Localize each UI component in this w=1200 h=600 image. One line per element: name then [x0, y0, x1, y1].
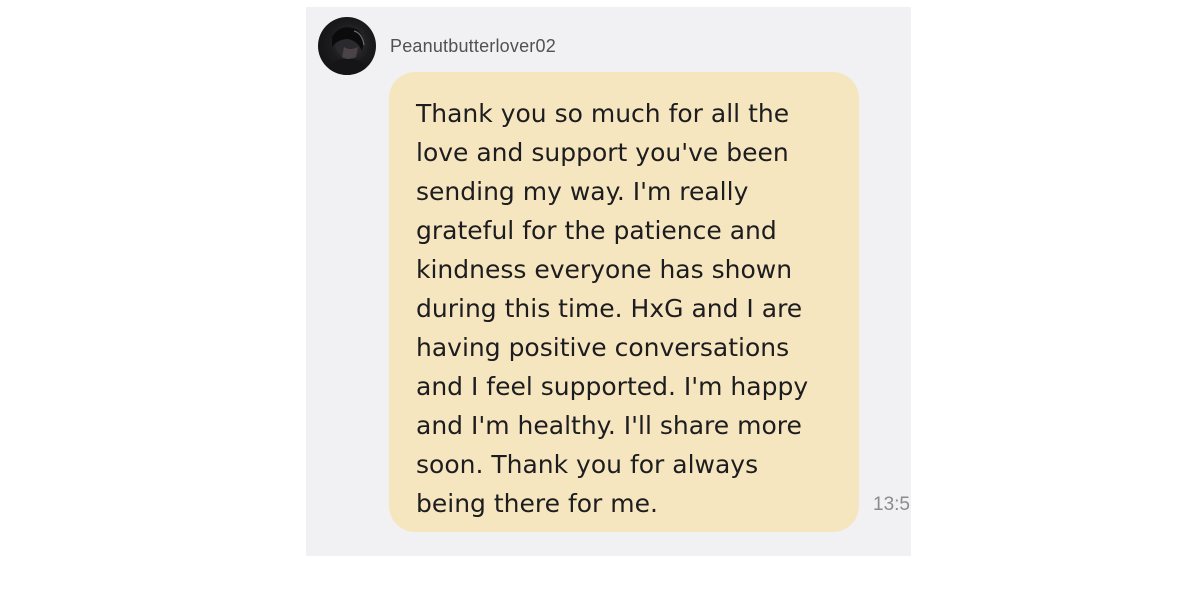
message-bubble[interactable]: Thank you so much for all the love and s…: [389, 72, 859, 532]
user-avatar-icon: [326, 27, 370, 75]
message-timestamp: 13:5: [873, 494, 910, 515]
sender-username[interactable]: Peanutbutterlover02: [390, 36, 556, 57]
chat-panel: Peanutbutterlover02 Thank you so much fo…: [306, 7, 911, 556]
message-text: Thank you so much for all the love and s…: [416, 99, 809, 518]
avatar[interactable]: [318, 17, 376, 75]
